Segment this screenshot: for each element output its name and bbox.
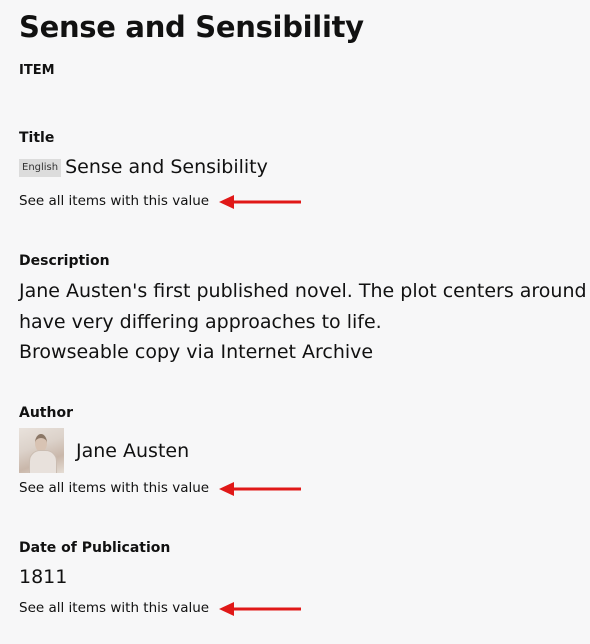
description-line-2: have very differing approaches to life. — [19, 311, 382, 333]
red-arrow-annotation — [219, 602, 301, 616]
author-thumbnail[interactable] — [19, 428, 64, 473]
page-title: Sense and Sensibility — [19, 10, 364, 44]
portrait-body-shape — [29, 450, 57, 473]
language-badge: English — [19, 159, 62, 177]
see-all-link-title[interactable]: See all items with this value — [19, 193, 209, 209]
resource-type-label: ITEM — [19, 63, 55, 78]
see-all-link-author[interactable]: See all items with this value — [19, 480, 209, 496]
title-value-text: Sense and Sensibility — [65, 156, 268, 178]
author-resource-link[interactable]: Jane Austen — [19, 428, 189, 473]
property-label-title: Title — [19, 130, 55, 146]
description-line-3: Browseable copy via Internet Archive — [19, 341, 374, 363]
description-line-1: Jane Austen's first published novel. The… — [19, 280, 590, 302]
property-value-title: English Sense and Sensibility — [19, 156, 268, 178]
item-page: Sense and Sensibility ITEM Title English… — [0, 0, 590, 644]
red-arrow-annotation — [219, 482, 301, 496]
property-label-author: Author — [19, 405, 73, 421]
see-all-link-date[interactable]: See all items with this value — [19, 600, 209, 616]
property-label-description: Description — [19, 253, 110, 269]
author-name-link[interactable]: Jane Austen — [76, 440, 189, 462]
property-label-date: Date of Publication — [19, 540, 171, 556]
property-value-date: 1811 — [19, 566, 68, 588]
red-arrow-annotation — [219, 195, 301, 209]
